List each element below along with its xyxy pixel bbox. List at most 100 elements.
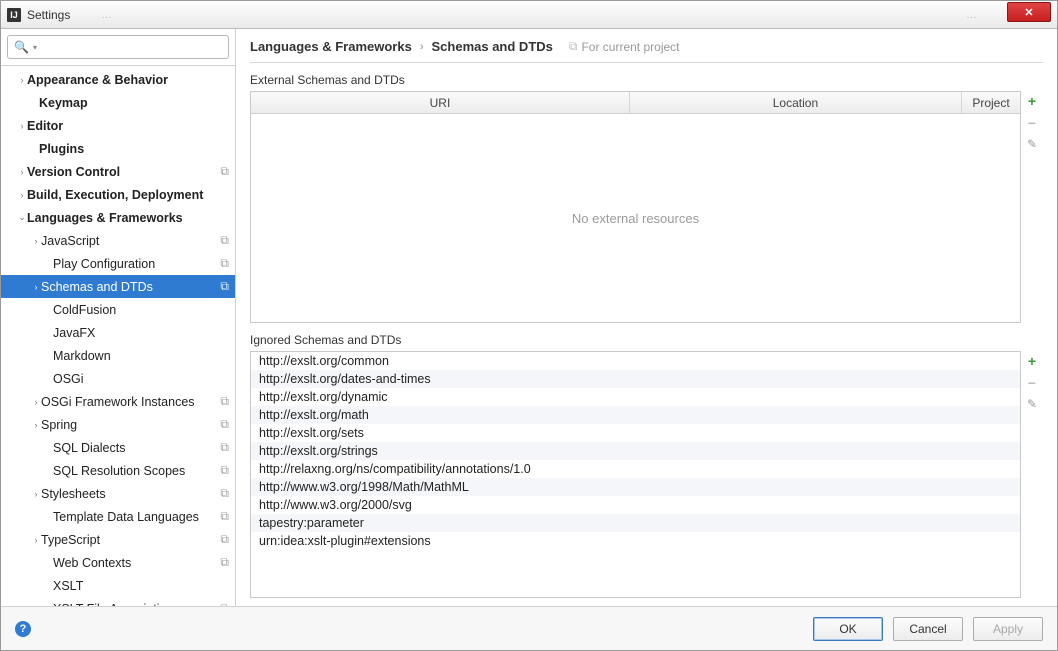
sidebar-item[interactable]: Markdown (1, 344, 235, 367)
for-current-project: ⧉ For current project (569, 39, 680, 54)
sidebar-item[interactable]: SQL Resolution Scopes ⧉ (1, 459, 235, 482)
app-icon: IJ (7, 8, 21, 22)
help-button[interactable]: ? (15, 621, 31, 637)
sidebar-item[interactable]: Play Configuration⧉ (1, 252, 235, 275)
project-scope-icon: ⧉ (220, 164, 229, 179)
sidebar-item-label: Editor (27, 119, 229, 133)
tree-arrow-icon[interactable]: › (31, 535, 41, 545)
sidebar-item-label: Stylesheets (41, 487, 216, 501)
sidebar-item[interactable]: JavaFX (1, 321, 235, 344)
ignored-schema-row[interactable]: http://exslt.org/dates-and-times (251, 370, 1020, 388)
sidebar-item[interactable]: ›OSGi Framework Instances⧉ (1, 390, 235, 413)
sidebar-item[interactable]: ›Spring⧉ (1, 413, 235, 436)
ignored-schema-row[interactable]: http://exslt.org/sets (251, 424, 1020, 442)
apply-button[interactable]: Apply (973, 617, 1043, 641)
dialog-body: 🔍 ▾ ›Appearance & BehaviorKeymap›EditorP… (1, 29, 1057, 606)
breadcrumb-seg-1[interactable]: Languages & Frameworks (250, 39, 412, 54)
ignored-schema-row[interactable]: tapestry:parameter (251, 514, 1020, 532)
search-icon: 🔍 (14, 40, 29, 54)
settings-dialog: IJ Settings … … ✕ 🔍 ▾ ›Appearance & Beha… (0, 0, 1058, 651)
sidebar-item[interactable]: Plugins (1, 137, 235, 160)
sidebar-item[interactable]: ⌄Languages & Frameworks (1, 206, 235, 229)
sidebar-item-label: JavaScript (41, 234, 216, 248)
tree-arrow-icon[interactable]: › (31, 420, 41, 430)
col-location[interactable]: Location (630, 92, 962, 113)
search-input[interactable] (37, 37, 222, 57)
tree-arrow-icon[interactable]: › (17, 121, 27, 131)
settings-sidebar: 🔍 ▾ ›Appearance & BehaviorKeymap›EditorP… (1, 29, 236, 606)
search-field[interactable]: 🔍 ▾ (7, 35, 229, 59)
ignored-schemas-section: Ignored Schemas and DTDs http://exslt.or… (236, 323, 1057, 606)
window-close-button[interactable]: ✕ (1007, 2, 1051, 22)
sidebar-item[interactable]: Template Data Languages⧉ (1, 505, 235, 528)
tree-arrow-icon[interactable]: ⌄ (17, 212, 27, 223)
ignored-schema-row[interactable]: http://relaxng.org/ns/compatibility/anno… (251, 460, 1020, 478)
ok-button[interactable]: OK (813, 617, 883, 641)
sidebar-item[interactable]: Keymap (1, 91, 235, 114)
tree-arrow-icon[interactable]: › (31, 397, 41, 407)
background-right-hint: … (966, 9, 977, 21)
project-scope-icon: ⧉ (220, 555, 229, 570)
ignored-schema-row[interactable]: urn:idea:xslt-plugin#extensions (251, 532, 1020, 550)
tree-arrow-icon[interactable]: › (17, 167, 27, 177)
tree-arrow-icon[interactable]: › (31, 236, 41, 246)
sidebar-item-label: XSLT (53, 579, 229, 593)
dialog-footer: ? OK Cancel Apply (1, 606, 1057, 650)
sidebar-item[interactable]: ›TypeScript⧉ (1, 528, 235, 551)
sidebar-item-label: SQL Resolution Scopes (53, 464, 216, 478)
project-scope-icon: ⧉ (220, 532, 229, 547)
tree-arrow-icon[interactable]: › (17, 75, 27, 85)
ignored-schemas-tools: + − ✎ (1021, 351, 1043, 598)
ignored-schema-row[interactable]: http://www.w3.org/2000/svg (251, 496, 1020, 514)
ignored-schema-row[interactable]: http://www.w3.org/1998/Math/MathML (251, 478, 1020, 496)
edit-external-button[interactable]: ✎ (1027, 137, 1037, 151)
sidebar-item[interactable]: ColdFusion (1, 298, 235, 321)
sidebar-item[interactable]: ›Appearance & Behavior (1, 68, 235, 91)
sidebar-item-label: Play Configuration (53, 257, 216, 271)
add-external-button[interactable]: + (1028, 93, 1036, 109)
background-tab-hint: … (101, 9, 112, 21)
remove-external-button[interactable]: − (1028, 115, 1036, 131)
sidebar-item[interactable]: XSLT (1, 574, 235, 597)
sidebar-item[interactable]: Web Contexts⧉ (1, 551, 235, 574)
col-project[interactable]: Project (962, 92, 1020, 113)
sidebar-item[interactable]: ›Editor (1, 114, 235, 137)
sidebar-item[interactable]: OSGi (1, 367, 235, 390)
tree-arrow-icon[interactable]: › (31, 282, 41, 292)
tree-arrow-icon[interactable]: › (17, 190, 27, 200)
sidebar-item[interactable]: ›Build, Execution, Deployment (1, 183, 235, 206)
sidebar-item-label: Markdown (53, 349, 229, 363)
settings-tree[interactable]: ›Appearance & BehaviorKeymap›EditorPlugi… (1, 66, 235, 606)
for-current-project-label: For current project (581, 40, 679, 54)
edit-ignored-button[interactable]: ✎ (1027, 397, 1037, 411)
ignored-schemas-table[interactable]: http://exslt.org/commonhttp://exslt.org/… (250, 351, 1021, 598)
sidebar-item-label: Plugins (39, 142, 229, 156)
project-scope-icon: ⧉ (220, 463, 229, 478)
sidebar-item[interactable]: ›Version Control⧉ (1, 160, 235, 183)
sidebar-item[interactable]: XSLT File Associations⧉ (1, 597, 235, 606)
sidebar-item-label: Schemas and DTDs (41, 280, 216, 294)
project-scope-icon: ⧉ (220, 440, 229, 455)
sidebar-item-label: Spring (41, 418, 216, 432)
external-schemas-table[interactable]: URI Location Project No external resourc… (250, 91, 1021, 323)
col-uri[interactable]: URI (251, 92, 630, 113)
titlebar: IJ Settings … … ✕ (1, 1, 1057, 29)
breadcrumb-seg-2: Schemas and DTDs (432, 39, 553, 54)
ignored-schemas-title: Ignored Schemas and DTDs (250, 333, 1043, 347)
ignored-schema-row[interactable]: http://exslt.org/dynamic (251, 388, 1020, 406)
sidebar-item[interactable]: ›Schemas and DTDs⧉ (1, 275, 235, 298)
sidebar-item[interactable]: SQL Dialects⧉ (1, 436, 235, 459)
ignored-schema-row[interactable]: http://exslt.org/math (251, 406, 1020, 424)
external-schemas-empty: No external resources (251, 114, 1020, 322)
add-ignored-button[interactable]: + (1028, 353, 1036, 369)
close-icon: ✕ (1024, 6, 1033, 19)
sidebar-item[interactable]: ›Stylesheets⧉ (1, 482, 235, 505)
ignored-schema-row[interactable]: http://exslt.org/strings (251, 442, 1020, 460)
remove-ignored-button[interactable]: − (1028, 375, 1036, 391)
tree-arrow-icon[interactable]: › (31, 489, 41, 499)
external-schemas-tools: + − ✎ (1021, 91, 1043, 323)
ignored-schemas-list[interactable]: http://exslt.org/commonhttp://exslt.org/… (251, 352, 1020, 597)
sidebar-item[interactable]: ›JavaScript⧉ (1, 229, 235, 252)
ignored-schema-row[interactable]: http://exslt.org/common (251, 352, 1020, 370)
cancel-button[interactable]: Cancel (893, 617, 963, 641)
